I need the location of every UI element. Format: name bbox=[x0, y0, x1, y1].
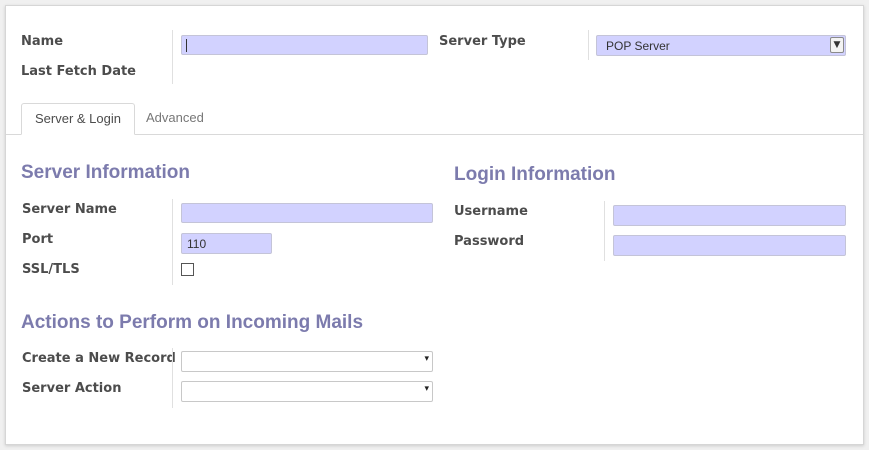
server-action-label: Server Action bbox=[22, 381, 122, 396]
dropdown-arrow-icon[interactable]: ▾ bbox=[424, 384, 429, 394]
ssl-tls-label: SSL/TLS bbox=[22, 262, 80, 277]
name-label: Name bbox=[21, 34, 64, 49]
port-value: 110 bbox=[187, 237, 207, 251]
header-separator bbox=[172, 30, 173, 84]
name-input[interactable] bbox=[181, 35, 428, 55]
server-information-title: Server Information bbox=[21, 162, 190, 183]
port-label: Port bbox=[22, 232, 54, 247]
server-type-label: Server Type bbox=[439, 34, 526, 49]
login-info-separator bbox=[604, 201, 605, 261]
actions-title: Actions to Perform on Incoming Mails bbox=[21, 312, 364, 333]
create-record-select[interactable]: ▾ bbox=[181, 351, 433, 372]
tab-advanced[interactable]: Advanced bbox=[133, 103, 217, 135]
server-name-label: Server Name bbox=[22, 202, 117, 217]
last-fetch-date-label: Last Fetch Date bbox=[21, 64, 137, 79]
text-caret bbox=[186, 39, 187, 52]
tab-server-login[interactable]: Server & Login bbox=[21, 103, 135, 135]
server-type-separator bbox=[588, 30, 589, 60]
server-name-input[interactable] bbox=[181, 203, 433, 223]
chevron-down-icon[interactable]: ▼ bbox=[830, 37, 844, 53]
password-input[interactable] bbox=[613, 235, 846, 256]
server-type-select[interactable]: POP Server ▼ bbox=[596, 35, 846, 56]
server-action-select[interactable]: ▾ bbox=[181, 381, 433, 402]
create-record-label: Create a New Record bbox=[22, 351, 176, 366]
ssl-tls-checkbox[interactable] bbox=[181, 263, 194, 276]
login-information-title: Login Information bbox=[454, 164, 616, 185]
dropdown-arrow-icon[interactable]: ▾ bbox=[424, 354, 429, 364]
password-label: Password bbox=[454, 234, 525, 249]
form-sheet: Name Last Fetch Date Server Type POP Ser… bbox=[5, 5, 864, 445]
server-info-separator bbox=[172, 199, 173, 285]
actions-separator bbox=[172, 348, 173, 408]
form-header: Name Last Fetch Date Server Type POP Ser… bbox=[6, 6, 863, 94]
port-input[interactable]: 110 bbox=[181, 233, 272, 254]
username-label: Username bbox=[454, 204, 528, 219]
username-input[interactable] bbox=[613, 205, 846, 226]
server-type-value: POP Server bbox=[606, 39, 670, 53]
